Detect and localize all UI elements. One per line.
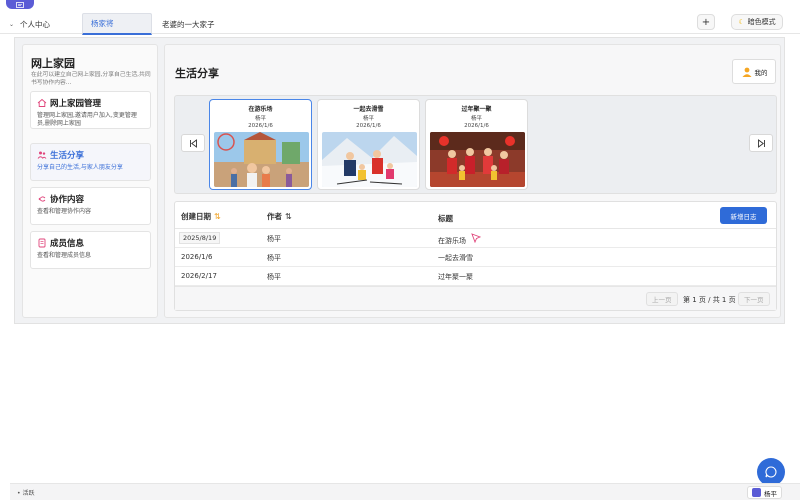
dark-mode-button[interactable]: ☾ 暗色模式: [731, 14, 783, 30]
active-label: 活跃: [22, 490, 35, 497]
post-photo: [322, 132, 417, 187]
sidebar-item-label: 协作内容: [50, 195, 85, 205]
table-row[interactable]: 2025/8/19 杨平 在游乐场: [175, 229, 776, 248]
sidebar-item-label: 网上家园管理: [50, 99, 102, 109]
tab-bar: ⌄ 个人中心 杨家将 老婆的一大家子 + ☾ 暗色模式: [0, 9, 800, 35]
table-row[interactable]: 2026/1/6 杨平 一起去滑雪: [175, 248, 776, 267]
dark-mode-label: 暗色模式: [747, 18, 776, 26]
sidebar-title: 网上家园: [31, 57, 75, 70]
sidebar-item-desc: 查看和管理成员信息: [37, 252, 92, 259]
tab-home-label: 个人中心: [20, 19, 51, 29]
sidebar-item-label: 生活分享: [50, 151, 85, 161]
sort-icon[interactable]: ⇅: [285, 212, 292, 221]
row-title: 在游乐场: [438, 237, 466, 245]
prev-page-button[interactable]: 上一页: [646, 292, 678, 306]
post-table: 创建日期 ⇅ 作者 ⇅ 标题 新增日志 2025/8/19 杨平 在游乐场 20…: [174, 201, 777, 311]
column-header-author[interactable]: 作者 ⇅: [267, 211, 292, 222]
table-header: 创建日期 ⇅ 作者 ⇅ 标题 新增日志: [175, 202, 776, 229]
collab-icon: [38, 196, 46, 202]
tab-active-label: 杨家将: [91, 19, 114, 28]
moon-icon: ☾: [738, 18, 745, 26]
app-icon: [16, 1, 24, 8]
chat-icon: [765, 466, 777, 478]
user-name: 杨平: [764, 489, 777, 498]
app-logo[interactable]: [6, 0, 34, 9]
sidebar-item-label: 成员信息: [50, 239, 85, 249]
table-row[interactable]: 2026/2/17 杨平 过年聚一聚: [175, 267, 776, 286]
sidebar-item-desc: 查看和管理协作内容: [37, 208, 92, 215]
post-date: 2026/1/6: [356, 123, 381, 129]
page-info: 第 1 页 / 共 1 页: [683, 296, 736, 304]
status-bar: • 活跃 杨平: [10, 483, 800, 500]
post-author: 杨平: [470, 116, 482, 122]
chevron-down-icon[interactable]: ⌄: [9, 21, 14, 28]
sort-icon[interactable]: ⇅: [214, 212, 221, 221]
avatar: [752, 488, 761, 497]
row-date: 2026/2/17: [181, 272, 217, 280]
post-date: 2026/1/6: [464, 123, 489, 129]
add-log-button[interactable]: 新增日志: [720, 207, 767, 224]
post-photo: [430, 132, 525, 187]
carousel-next-button[interactable]: [749, 134, 773, 152]
row-author: 杨平: [267, 273, 281, 281]
post-date: 2026/1/6: [248, 123, 273, 129]
user-icon: [742, 67, 751, 77]
sidebar: 网上家园 在此可以建立自己网上家园,分享自己生活,共同书写协作内容... 网上家…: [22, 44, 158, 318]
skip-forward-icon: [757, 138, 765, 148]
post-title: 过年聚一聚: [461, 106, 492, 113]
column-header-date[interactable]: 创建日期 ⇅: [181, 211, 221, 222]
people-icon: [37, 151, 47, 159]
sidebar-item-desc: 分享自己的生活,与家人朋友分享: [37, 164, 123, 171]
sidebar-item-share[interactable]: 生活分享 分享自己的生活,与家人朋友分享: [30, 143, 151, 181]
post-photo: [214, 132, 309, 187]
tab-home[interactable]: ⌄ 个人中心: [9, 13, 50, 35]
user-chip[interactable]: 杨平: [747, 486, 782, 499]
next-page-button[interactable]: 下一页: [738, 292, 770, 306]
sidebar-item-manage[interactable]: 网上家园管理 管理网上家园,邀请用户加入,变更管理员,删除网上家园: [30, 91, 151, 129]
home-icon: [37, 98, 47, 107]
mine-label: 我的: [754, 68, 768, 77]
sidebar-item-collab[interactable]: 协作内容 查看和管理协作内容: [30, 187, 151, 225]
add-tab-button[interactable]: +: [697, 14, 715, 30]
post-title: 在游乐场: [248, 106, 273, 113]
tab-family-label: 老婆的一大家子: [162, 19, 215, 29]
carousel-prev-button[interactable]: [181, 134, 205, 152]
row-date: 2025/8/19: [179, 232, 221, 244]
sidebar-item-desc: 管理网上家园,邀请用户加入,变更管理员,删除网上家园: [37, 112, 137, 127]
tab-yangjiajiang[interactable]: 杨家将: [82, 13, 152, 35]
pagination: 上一页 第 1 页 / 共 1 页 下一页: [175, 286, 776, 310]
content-panel: 生活分享 我的 在游乐场 杨平 2026/1/6 一起去滑雪 杨平 2026/1…: [164, 44, 781, 318]
column-header-label: 作者: [267, 212, 282, 221]
column-header-label: 标题: [438, 214, 453, 223]
sidebar-item-members[interactable]: 成员信息 查看和管理成员信息: [30, 231, 151, 269]
active-status: • 活跃: [17, 488, 34, 497]
mine-button[interactable]: 我的: [732, 59, 776, 84]
chat-button[interactable]: [757, 458, 785, 486]
row-title: 过年聚一聚: [438, 273, 473, 281]
row-author: 杨平: [267, 254, 281, 262]
status-dot-icon: •: [17, 490, 21, 497]
sidebar-description: 在此可以建立自己网上家园,分享自己生活,共同书写协作内容...: [31, 72, 151, 86]
column-header-title: 标题: [438, 213, 453, 224]
row-author: 杨平: [267, 235, 281, 243]
post-card[interactable]: 一起去滑雪 杨平 2026/1/6: [317, 99, 420, 190]
post-author: 杨平: [362, 116, 374, 122]
member-icon: [38, 238, 46, 248]
skip-back-icon: [189, 138, 197, 148]
page-title: 生活分享: [175, 67, 219, 80]
row-date: 2026/1/6: [181, 253, 213, 261]
post-title: 一起去滑雪: [353, 106, 384, 113]
post-card[interactable]: 过年聚一聚 杨平 2026/1/6: [425, 99, 528, 190]
tab-family[interactable]: 老婆的一大家子: [162, 13, 215, 35]
post-carousel: 在游乐场 杨平 2026/1/6 一起去滑雪 杨平 2026/1/6 过年聚一聚…: [174, 95, 777, 194]
post-author: 杨平: [254, 116, 266, 122]
cursor-pointer-icon: [471, 233, 481, 243]
post-card[interactable]: 在游乐场 杨平 2026/1/6: [209, 99, 312, 190]
row-title: 一起去滑雪: [438, 254, 473, 262]
main-frame: 网上家园 在此可以建立自己网上家园,分享自己生活,共同书写协作内容... 网上家…: [14, 37, 785, 324]
column-header-label: 创建日期: [181, 212, 211, 221]
